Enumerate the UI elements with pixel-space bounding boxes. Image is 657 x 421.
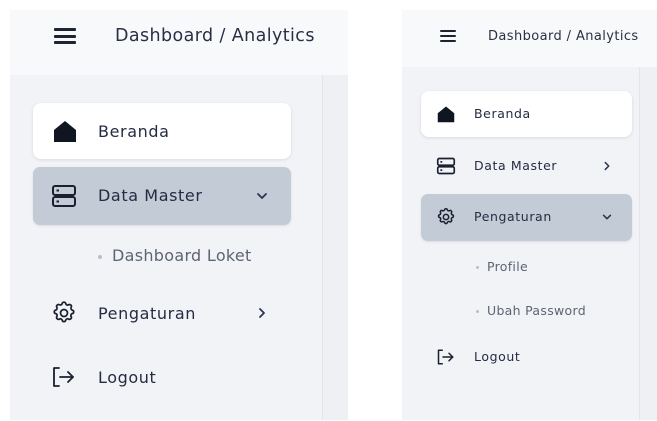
sidebar-item-data-master[interactable]: Data Master	[421, 143, 632, 189]
bullet-dot-icon	[98, 254, 102, 259]
sidebar-item-label: Pengaturan	[474, 209, 552, 224]
submenu-label: Dashboard Loket	[112, 246, 252, 265]
server-icon	[51, 184, 77, 208]
sidebar-item-logout[interactable]: Logout	[33, 349, 291, 405]
logout-icon	[436, 348, 456, 366]
chevron-right-icon	[601, 160, 613, 172]
sidebar-item-label: Beranda	[98, 122, 170, 141]
hamburger-menu-icon[interactable]	[440, 30, 456, 42]
chevron-down-icon	[255, 189, 269, 203]
home-icon	[437, 105, 455, 123]
content-area	[640, 67, 657, 420]
sidebar-screenshot-right: Dashboard / Analytics Beranda Data Maste…	[402, 10, 657, 420]
sidebar-item-beranda[interactable]: Beranda	[33, 103, 291, 159]
chevron-right-icon	[255, 306, 269, 320]
submenu-label: Profile	[487, 259, 528, 274]
gear-icon	[51, 300, 77, 326]
sidebar-item-beranda[interactable]: Beranda	[421, 91, 632, 137]
chevron-down-icon	[601, 211, 613, 223]
gear-icon	[436, 207, 456, 227]
hamburger-menu-icon[interactable]	[54, 28, 76, 44]
sidebar-item-pengaturan[interactable]: Pengaturan	[33, 285, 291, 341]
bullet-dot-icon	[476, 310, 479, 313]
sidebar-screenshot-left: Dashboard / Analytics Beranda Data Maste…	[10, 10, 348, 420]
submenu-item-dashboard-loket[interactable]: Dashboard Loket	[98, 246, 252, 265]
content-divider	[639, 67, 640, 420]
sidebar-item-label: Pengaturan	[98, 304, 196, 323]
sidebar-item-label: Beranda	[474, 106, 531, 121]
breadcrumb: Dashboard / Analytics	[115, 26, 315, 46]
logout-icon	[51, 365, 77, 389]
breadcrumb: Dashboard / Analytics	[488, 29, 639, 44]
submenu-item-ubah-password[interactable]: Ubah Password	[476, 303, 586, 318]
sidebar-item-pengaturan[interactable]: Pengaturan	[421, 194, 632, 241]
sidebar-item-label: Logout	[474, 349, 521, 364]
sidebar-item-data-master[interactable]: Data Master	[33, 167, 291, 225]
sidebar-item-label: Logout	[98, 368, 157, 387]
content-divider	[322, 75, 323, 420]
submenu-item-profile[interactable]: Profile	[476, 259, 528, 274]
sidebar-item-logout[interactable]: Logout	[421, 334, 632, 380]
bullet-dot-icon	[476, 266, 479, 269]
submenu-label: Ubah Password	[487, 303, 586, 318]
content-area	[323, 75, 348, 420]
sidebar-item-label: Data Master	[98, 186, 203, 205]
server-icon	[436, 157, 456, 175]
home-icon	[53, 119, 77, 143]
sidebar-item-label: Data Master	[474, 158, 558, 173]
